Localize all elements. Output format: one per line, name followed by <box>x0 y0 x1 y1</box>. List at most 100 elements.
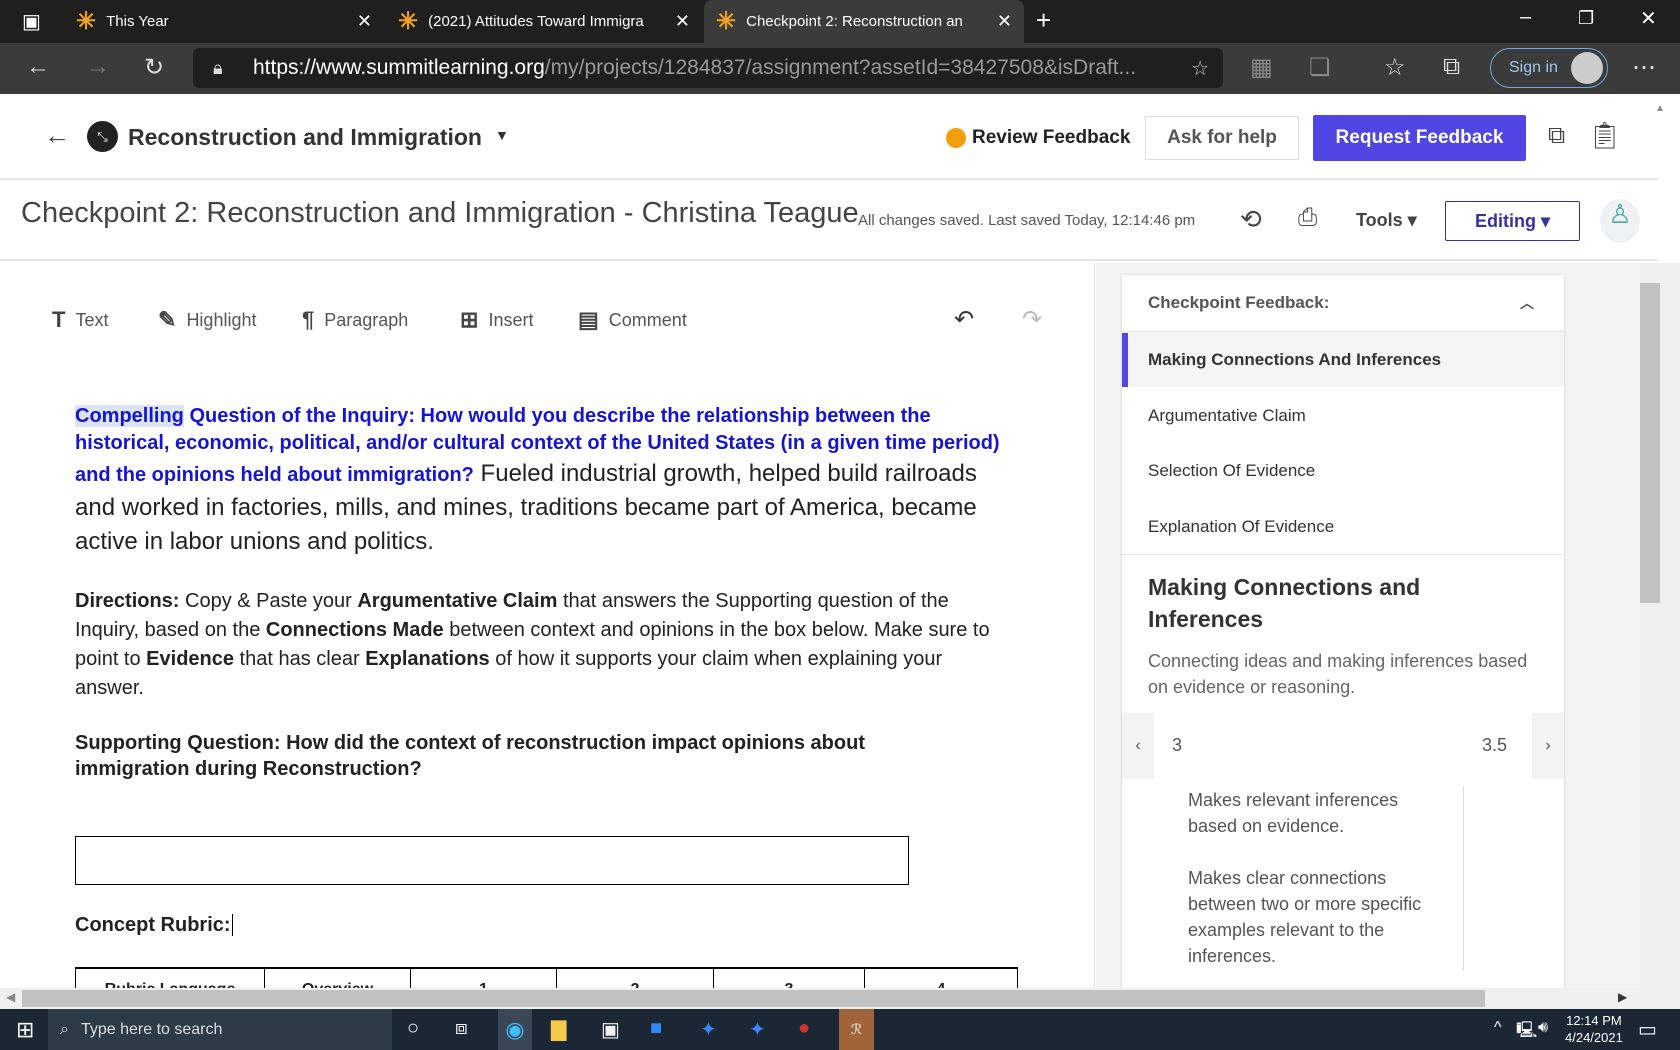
scroll-right-icon[interactable]: ▶ <box>1618 990 1627 1004</box>
text-icon: T <box>52 307 66 332</box>
more-icon[interactable]: ⋯ <box>1632 53 1656 82</box>
zoom-icon[interactable]: ■ <box>650 1017 662 1040</box>
favorite-add-icon[interactable]: ☆ <box>1191 56 1209 81</box>
feedback-item-argumentative-claim[interactable]: Argumentative Claim <box>1122 389 1564 443</box>
extension2-icon[interactable]: ❏ <box>1309 53 1331 82</box>
game-icon[interactable]: ✦ <box>700 1017 717 1042</box>
app-header: ← ⤡ Reconstruction and Immigration ▼ Rev… <box>0 94 1658 180</box>
volume-icon[interactable]: 🔊︎ <box>1538 1019 1548 1037</box>
restore-icon[interactable]: ❐ <box>1578 8 1594 29</box>
inquiry-paragraph[interactable]: Compelling Question of the Inquiry: How … <box>75 403 1010 559</box>
save-status: All changes saved. Last saved Today, 12:… <box>858 212 1196 229</box>
highlight-tool[interactable]: ✎ Highlight <box>158 307 256 333</box>
request-feedback-button[interactable]: Request Feedback <box>1313 115 1526 161</box>
print-icon[interactable]: ⎙ <box>1298 204 1317 232</box>
rubric-label-text: Concept Rubric: <box>75 914 231 936</box>
vertical-scrollbar[interactable]: ▲ <box>1640 103 1680 988</box>
highlight-tool-label: Highlight <box>186 309 257 330</box>
network-icon[interactable]: 🖳︎ <box>1516 1019 1537 1046</box>
review-feedback-button[interactable]: Review Feedback <box>972 118 1130 158</box>
forward-icon[interactable]: → <box>86 53 110 81</box>
page-title: Checkpoint 2: Reconstruction and Immigra… <box>21 197 859 229</box>
table-header: 1 <box>410 967 557 988</box>
minimize-icon[interactable]: – <box>1520 6 1531 29</box>
summit-favicon-icon: ✳ <box>398 8 419 35</box>
extension-icon[interactable]: ▦ <box>1250 53 1273 82</box>
tab-label: (2021) Attitudes Toward Immigra <box>428 13 644 30</box>
game2-icon[interactable]: ✦ <box>749 1017 766 1042</box>
task-view-icon[interactable]: ⧈ <box>455 1017 468 1040</box>
next-level-button[interactable]: › <box>1532 713 1564 779</box>
user-avatar[interactable]: ♙ <box>1600 199 1640 243</box>
close-tab-icon[interactable]: ✕ <box>675 11 690 32</box>
undo-icon[interactable]: ↶ <box>954 305 974 334</box>
store-icon[interactable]: ▣ <box>601 1017 620 1042</box>
refresh-icon[interactable]: ↻ <box>144 53 164 82</box>
feedback-item-making-connections[interactable]: Making Connections And Inferences <box>1122 333 1564 387</box>
editing-mode-dropdown[interactable]: Editing ▾ <box>1445 201 1580 241</box>
scrollbar-thumb[interactable] <box>22 990 1485 1007</box>
table-header: 4 <box>864 967 1018 988</box>
feedback-item-selection-of-evidence[interactable]: Selection Of Evidence <box>1122 444 1564 498</box>
insert-tool[interactable]: ⊞ Insert <box>460 307 533 333</box>
level-divider <box>1463 786 1464 971</box>
notifications-icon[interactable]: ▭ <box>1638 1017 1657 1042</box>
clock-time: 12:14 PM <box>1566 1013 1622 1028</box>
tab-actions-icon[interactable]: ▣ <box>22 9 41 34</box>
paragraph-icon: ¶ <box>302 307 315 332</box>
close-tab-icon[interactable]: ✕ <box>357 11 372 32</box>
dir-text: Argumentative Claim <box>357 590 558 612</box>
history-icon[interactable]: ⟲ <box>1240 204 1262 235</box>
directions-paragraph[interactable]: Directions: Copy & Paste your Argumentat… <box>75 587 1010 703</box>
prev-level-button[interactable]: ‹ <box>1122 713 1154 779</box>
url-input[interactable]: 🔒︎ https://www.summitlearning.org/my/pro… <box>193 48 1223 88</box>
tools-menu[interactable]: Tools ▾ <box>1356 210 1417 231</box>
back-arrow-icon[interactable]: ← <box>44 120 70 151</box>
comment-tool[interactable]: ▤ Comment <box>578 307 687 333</box>
rubric-table: Rubric Language Overview 1 2 3 4 <box>75 967 1018 988</box>
supporting-question: Supporting Question: How did the context… <box>75 732 865 780</box>
cortana-icon[interactable]: ○ <box>407 1017 419 1040</box>
ask-for-help-button[interactable]: Ask for help <box>1145 116 1299 160</box>
tab-label: Checkpoint 2: Reconstruction an <box>746 13 963 30</box>
avatar <box>1571 52 1603 84</box>
scrollbar-thumb[interactable] <box>1640 283 1660 603</box>
close-tab-icon[interactable]: ✕ <box>997 11 1012 32</box>
clock[interactable]: 12:14 PM 4/24/2021 <box>1565 1012 1623 1046</box>
file-explorer-icon[interactable]: ▇ <box>551 1017 566 1042</box>
chevron-up-icon[interactable]: ︿ <box>1520 293 1534 313</box>
feedback-header[interactable]: Checkpoint Feedback: ︿ <box>1122 275 1564 332</box>
tab-attitudes[interactable]: ✳ (2021) Attitudes Toward Immigra ✕ <box>386 0 702 43</box>
horizontal-scrollbar[interactable]: ▶ ◀ <box>0 988 1680 1009</box>
game3-icon[interactable]: ● <box>798 1017 810 1040</box>
redo-icon[interactable]: ↷ <box>1022 305 1042 334</box>
feedback-item-explanation-of-evidence[interactable]: Explanation Of Evidence <box>1122 499 1564 555</box>
taskbar-search-input[interactable]: ⌕ Type here to search <box>48 1009 392 1050</box>
feedback-detail-description: Connecting ideas and making inferences b… <box>1148 651 1528 697</box>
criterion-2: Makes clear connections between two or m… <box>1188 868 1422 966</box>
sign-in-button[interactable]: Sign in <box>1490 48 1608 88</box>
feedback-detail-title: Making Connections and Inferences <box>1148 574 1421 632</box>
teams-app-icon[interactable]: ℛ <box>839 1009 874 1050</box>
edge-app-icon[interactable]: ◉ <box>498 1009 532 1050</box>
tab-this-year[interactable]: ✳ This Year ✕ <box>64 0 384 43</box>
chevron-down-icon[interactable]: ▼ <box>495 127 509 143</box>
tray-chevron-icon[interactable]: ^ <box>1494 1019 1502 1037</box>
windows-start-icon[interactable]: ⊞ <box>16 1017 34 1043</box>
clipboard-icon[interactable]: 📋︎ <box>1588 120 1621 151</box>
tab-checkpoint[interactable]: ✳ Checkpoint 2: Reconstruction an ✕ <box>704 0 1024 43</box>
paragraph-tool[interactable]: ¶ Paragraph <box>302 307 408 333</box>
open-external-icon[interactable]: ⧉ <box>1548 122 1565 150</box>
scroll-left-icon[interactable]: ◀ <box>6 990 15 1004</box>
concept-rubric-label[interactable]: Concept Rubric: <box>75 914 233 937</box>
new-tab-icon[interactable]: + <box>1036 5 1051 36</box>
claim-input-box[interactable] <box>75 836 909 885</box>
feedback-header-label: Checkpoint Feedback: <box>1148 293 1330 312</box>
back-icon[interactable]: ← <box>26 53 50 81</box>
favorites-icon[interactable]: ☆ <box>1384 53 1406 82</box>
collections-icon[interactable]: ⧉ <box>1443 53 1460 81</box>
text-tool[interactable]: T Text <box>52 307 108 333</box>
project-title-dropdown[interactable]: Reconstruction and Immigration <box>128 124 482 151</box>
highlighted-word: Compelling <box>75 405 184 427</box>
close-window-icon[interactable]: ✕ <box>1640 6 1657 31</box>
